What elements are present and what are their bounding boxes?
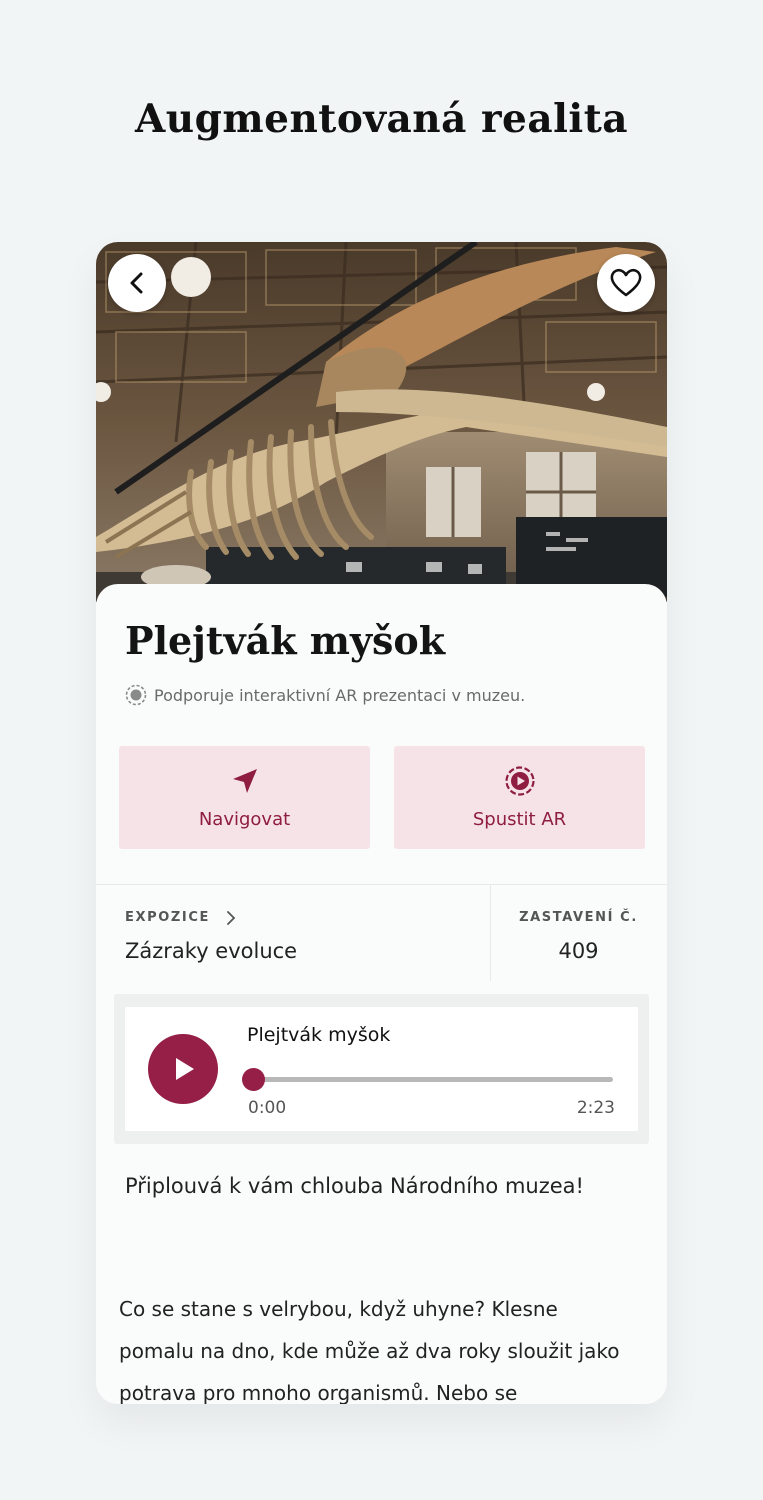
start-ar-button[interactable]: Spustit AR: [394, 746, 645, 849]
audio-progress-bar[interactable]: [253, 1077, 613, 1082]
heart-icon: [610, 268, 642, 297]
chevron-right-icon: [227, 910, 236, 925]
audio-current-time: 0:00: [248, 1098, 287, 1118]
stop-number: ZASTAVENÍ Č. 409: [490, 910, 667, 963]
phone-screen: Plejtvák myšok Podporuje interaktivní AR…: [96, 242, 667, 1404]
stop-label: ZASTAVENÍ Č.: [519, 910, 638, 925]
whale-skeleton-image: [96, 242, 667, 602]
chevron-left-icon: [130, 272, 143, 294]
play-icon: [176, 1058, 194, 1080]
back-button[interactable]: [108, 254, 166, 312]
play-circle-icon: [504, 766, 535, 796]
exhibit-title: Plejtvák myšok: [125, 618, 446, 663]
audio-player: Plejtvák myšok 0:00 2:23: [125, 1007, 638, 1131]
ar-note-text: Podporuje interaktivní AR prezentaci v m…: [154, 685, 526, 705]
divider: [96, 884, 667, 885]
stop-value: 409: [558, 939, 599, 963]
exhibit-photo: [96, 242, 667, 602]
audio-duration: 2:23: [576, 1098, 615, 1118]
audio-title: Plejtvák myšok: [247, 1024, 391, 1046]
audio-progress-knob[interactable]: [242, 1068, 265, 1091]
detail-sheet: Plejtvák myšok Podporuje interaktivní AR…: [96, 584, 667, 1404]
body-text: Co se stane s velrybou, když uhyne? Kles…: [119, 1297, 620, 1404]
favorite-button[interactable]: [597, 254, 655, 312]
exposition-value: Zázraky evoluce: [125, 939, 298, 963]
navigate-label: Navigovat: [198, 809, 291, 830]
exposition-link[interactable]: EXPOZICE Zázraky evoluce: [125, 910, 297, 963]
exposition-label: EXPOZICE: [125, 910, 210, 925]
page-heading: Augmentovaná realita: [134, 96, 629, 142]
ar-icon: [125, 684, 147, 706]
navigate-button[interactable]: Navigovat: [119, 746, 370, 849]
ar-support-note: Podporuje interaktivní AR prezentaci v m…: [125, 684, 525, 706]
audio-player-container: Plejtvák myšok 0:00 2:23: [114, 994, 649, 1144]
navigation-arrow-icon: [232, 769, 257, 793]
play-button[interactable]: [148, 1034, 218, 1104]
lead-text: Připlouvá k vám chlouba Národního muzea!: [125, 1174, 584, 1198]
start-ar-label: Spustit AR: [472, 809, 567, 830]
